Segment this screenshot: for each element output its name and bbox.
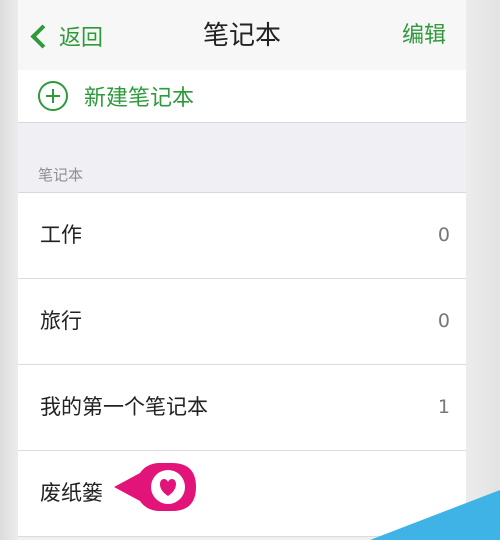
new-notebook-button[interactable]: 新建笔记本 <box>18 70 466 123</box>
background-left <box>0 0 18 540</box>
section-header: 笔记本 <box>38 166 84 184</box>
edit-button[interactable]: 编辑 <box>402 18 446 54</box>
notebook-row-work[interactable]: 工作 0 <box>18 193 466 279</box>
notebook-list: 工作 0 旅行 0 我的第一个笔记本 1 废纸篓 <box>18 192 466 537</box>
notebook-count: 0 <box>437 224 450 246</box>
notebook-count: 0 <box>437 310 450 332</box>
new-notebook-label: 新建笔记本 <box>84 86 195 111</box>
notebook-name: 旅行 <box>40 309 82 333</box>
notebook-name: 工作 <box>40 223 82 247</box>
corner-decoration <box>370 490 500 540</box>
plus-circle-icon <box>38 81 68 111</box>
notebook-count: 1 <box>437 396 450 418</box>
notebook-name: 我的第一个笔记本 <box>40 395 208 419</box>
navigation-bar: 返回 笔记本 编辑 <box>18 0 466 70</box>
notebook-row-first[interactable]: 我的第一个笔记本 1 <box>18 365 466 451</box>
page-title: 笔记本 <box>202 21 281 51</box>
background-right <box>466 0 500 540</box>
notebook-name: 废纸篓 <box>40 481 103 505</box>
notebook-row-travel[interactable]: 旅行 0 <box>18 279 466 365</box>
phone-screen: 返回 笔记本 编辑 新建笔记本 笔记本 工作 0 旅行 0 我的第一个笔记本 1… <box>18 0 466 540</box>
heart-pointer-icon <box>112 460 200 514</box>
